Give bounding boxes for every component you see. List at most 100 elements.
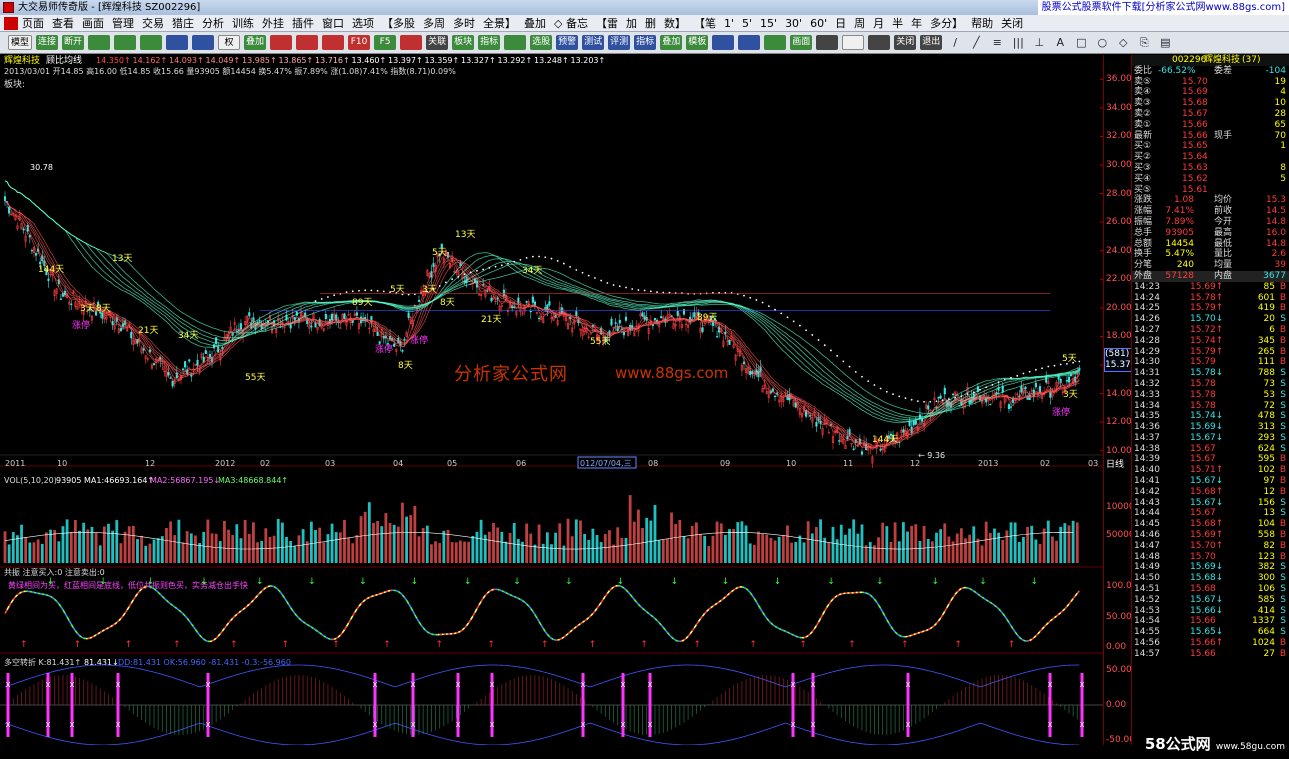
menu-item-23[interactable]: 1' bbox=[720, 15, 738, 31]
toolbar-button-33[interactable] bbox=[868, 35, 891, 50]
toolbar-button-2[interactable]: 断开 bbox=[62, 35, 85, 50]
menu-item-6[interactable]: 分析 bbox=[198, 15, 228, 31]
draw-tool-icon-4[interactable]: ⊥ bbox=[1030, 35, 1048, 50]
menu-item-16[interactable]: 叠加 bbox=[520, 15, 550, 31]
toolbar-button-16[interactable]: 关联 bbox=[426, 35, 449, 50]
toolbar-button-9[interactable]: 叠加 bbox=[244, 35, 267, 50]
chart-area[interactable]: 辉煌科技 顾比均线 14.350↑ 14.162↑ 14.093↑ 14.049↑ 13.9… bbox=[0, 55, 1103, 745]
toolbar-button-30[interactable]: 画面 bbox=[790, 35, 813, 50]
toolbar-button-3[interactable] bbox=[88, 35, 111, 50]
menu-item-17[interactable]: ◇ 备忘 bbox=[550, 15, 592, 31]
tick-time: 14:32 bbox=[1134, 378, 1160, 389]
toolbar-button-17[interactable]: 板块 bbox=[452, 35, 475, 50]
draw-tool-icon-10[interactable]: ▤ bbox=[1156, 35, 1174, 50]
resonance-segment bbox=[296, 615, 300, 619]
toolbar-button-19[interactable] bbox=[504, 35, 527, 50]
menu-item-1[interactable]: 查看 bbox=[48, 15, 78, 31]
toolbar-button-8[interactable]: 权 bbox=[218, 35, 241, 50]
resonance-segment bbox=[892, 628, 896, 633]
menu-item-14[interactable]: 多时 bbox=[449, 15, 479, 31]
volume-bar bbox=[504, 541, 508, 563]
menu-item-19[interactable]: 加 bbox=[622, 15, 641, 31]
volume-bar bbox=[1009, 522, 1013, 563]
menu-item-11[interactable]: 选项 bbox=[348, 15, 378, 31]
toolbar-button-23[interactable]: 评测 bbox=[608, 35, 631, 50]
toolbar-button-34[interactable]: 关闭 bbox=[894, 35, 917, 50]
draw-tool-icon-7[interactable]: ○ bbox=[1093, 35, 1111, 50]
menu-item-5[interactable]: 猎庄 bbox=[168, 15, 198, 31]
menu-item-8[interactable]: 外挂 bbox=[258, 15, 288, 31]
menu-item-31[interactable]: 半 bbox=[888, 15, 907, 31]
toolbar-button-27[interactable] bbox=[712, 35, 735, 50]
menu-item-12[interactable]: 【多股 bbox=[378, 15, 419, 31]
toolbar-button-26[interactable]: 模板 bbox=[686, 35, 709, 50]
menu-item-4[interactable]: 交易 bbox=[138, 15, 168, 31]
tick-volume: 624 bbox=[1257, 443, 1275, 454]
draw-tool-icon-6[interactable]: □ bbox=[1072, 35, 1090, 50]
toolbar-button-24[interactable]: 指标 bbox=[634, 35, 657, 50]
menu-item-35[interactable]: 关闭 bbox=[997, 15, 1027, 31]
toolbar-button-15[interactable] bbox=[400, 35, 423, 50]
draw-tool-icon-8[interactable]: ◇ bbox=[1114, 35, 1132, 50]
volume-bar bbox=[579, 520, 582, 563]
draw-tool-icon-1[interactable]: ╱ bbox=[967, 35, 985, 50]
menu-item-2[interactable]: 画面 bbox=[78, 15, 108, 31]
menu-item-15[interactable]: 全景】 bbox=[479, 15, 520, 31]
resonance-segment bbox=[476, 604, 480, 610]
toolbar-button-18[interactable]: 指标 bbox=[478, 35, 501, 50]
toolbar-button-10[interactable] bbox=[270, 35, 293, 50]
toolbar-button-21[interactable]: 预警 bbox=[556, 35, 579, 50]
menu-item-30[interactable]: 月 bbox=[869, 15, 888, 31]
app-menu-icon[interactable] bbox=[4, 17, 18, 30]
menu-item-27[interactable]: 60' bbox=[806, 15, 831, 31]
toolbar-button-20[interactable]: 选股 bbox=[530, 35, 553, 50]
toolbar-button-5[interactable] bbox=[140, 35, 163, 50]
toolbar-button-1[interactable]: 连接 bbox=[36, 35, 59, 50]
stat-row-2: 振幅 7.89% 今开 14.8 bbox=[1132, 217, 1289, 228]
menu-item-34[interactable]: 帮助 bbox=[967, 15, 997, 31]
toolbar-button-28[interactable] bbox=[738, 35, 761, 50]
menu-item-33[interactable]: 多分】 bbox=[926, 15, 967, 31]
draw-tool-icon-0[interactable]: / bbox=[946, 35, 964, 50]
toolbar-button-11[interactable] bbox=[296, 35, 319, 50]
menu-item-18[interactable]: 【雷 bbox=[592, 15, 622, 31]
toolbar-button-35[interactable]: 退出 bbox=[920, 35, 943, 50]
ad-banner[interactable]: 股票公式股票软件下载[分析家公式网www.88gs.com] bbox=[1037, 0, 1289, 15]
draw-tool-icon-3[interactable]: ||| bbox=[1009, 35, 1027, 50]
toolbar-button-29[interactable] bbox=[764, 35, 787, 50]
menu-item-3[interactable]: 管理 bbox=[108, 15, 138, 31]
menu-item-22[interactable]: 【笔 bbox=[690, 15, 720, 31]
draw-tool-icon-5[interactable]: A bbox=[1051, 35, 1069, 50]
toolbar-button-6[interactable] bbox=[166, 35, 189, 50]
candle-body bbox=[660, 316, 663, 319]
toolbar-button-14[interactable]: F5 bbox=[374, 35, 397, 50]
menu-item-26[interactable]: 30' bbox=[781, 15, 806, 31]
toolbar-button-25[interactable]: 叠加 bbox=[660, 35, 683, 50]
toolbar-button-13[interactable]: F10 bbox=[348, 35, 371, 50]
menu-item-0[interactable]: 页面 bbox=[18, 15, 48, 31]
stat-value-d: 14.8 bbox=[1265, 238, 1286, 249]
menu-item-29[interactable]: 周 bbox=[850, 15, 869, 31]
volume-bar bbox=[993, 528, 996, 563]
toolbar-button-22[interactable]: 测试 bbox=[582, 35, 605, 50]
menu-item-21[interactable]: 数】 bbox=[660, 15, 690, 31]
menu-item-13[interactable]: 多周 bbox=[419, 15, 449, 31]
menu-item-28[interactable]: 日 bbox=[831, 15, 850, 31]
draw-tool-icon-2[interactable]: ≡ bbox=[988, 35, 1006, 50]
menu-item-24[interactable]: 5' bbox=[738, 15, 756, 31]
toolbar-button-32[interactable] bbox=[842, 35, 865, 50]
menu-item-9[interactable]: 插件 bbox=[288, 15, 318, 31]
menu-item-32[interactable]: 年 bbox=[907, 15, 926, 31]
toolbar-button-0[interactable]: 模型 bbox=[8, 35, 33, 50]
resonance-segment bbox=[795, 635, 799, 638]
draw-tool-icon-9[interactable]: ⎘ bbox=[1135, 35, 1153, 50]
menu-item-10[interactable]: 窗口 bbox=[318, 15, 348, 31]
toolbar-button-7[interactable] bbox=[192, 35, 215, 50]
toolbar-button-31[interactable] bbox=[816, 35, 839, 50]
menu-item-7[interactable]: 训练 bbox=[228, 15, 258, 31]
tick-price: 15.68↑ bbox=[1190, 519, 1224, 530]
toolbar-button-12[interactable] bbox=[322, 35, 345, 50]
menu-item-20[interactable]: 删 bbox=[641, 15, 660, 31]
menu-item-25[interactable]: 15' bbox=[756, 15, 781, 31]
toolbar-button-4[interactable] bbox=[114, 35, 137, 50]
